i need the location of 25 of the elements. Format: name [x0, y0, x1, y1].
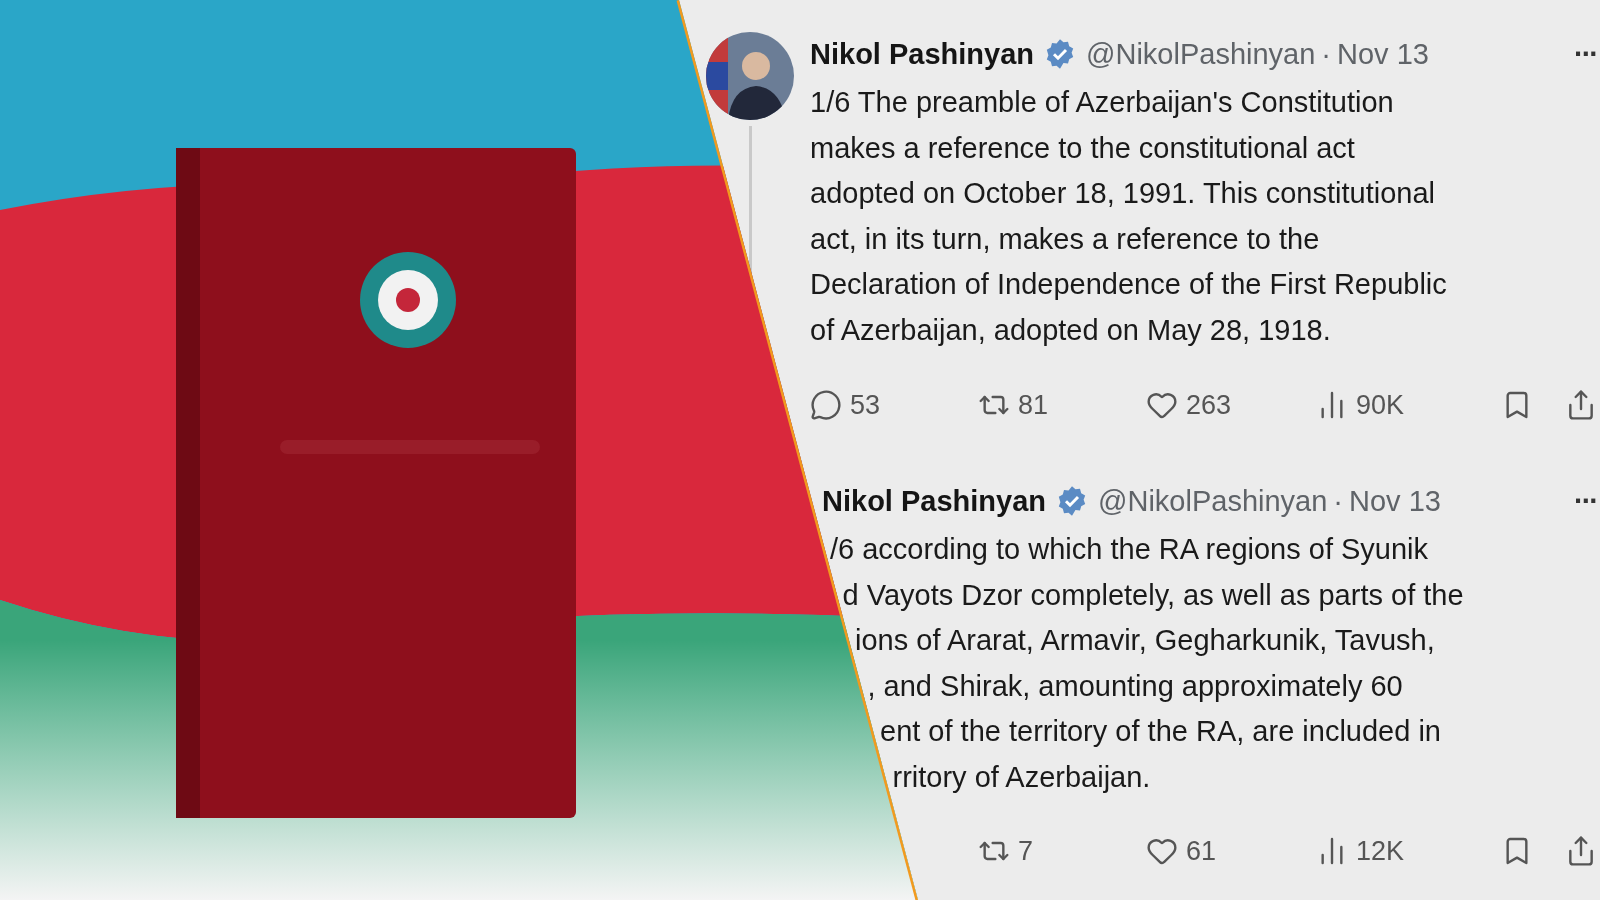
- post-text-line: , and Shirak, amounting approximately 60: [866, 668, 1404, 704]
- post-date[interactable]: Nov 13: [1337, 37, 1429, 71]
- author-handle[interactable]: @NikolPashinyan: [1086, 37, 1316, 71]
- more-button[interactable]: ···: [1574, 484, 1597, 518]
- action-count: 81: [1018, 389, 1049, 421]
- action-count: 90K: [1356, 389, 1405, 421]
- action-count: 263: [1186, 389, 1232, 421]
- post-text-line: ions of Ararat, Armavir, Gegharkunik, Tavush,: [854, 623, 1436, 658]
- action-count: 7: [1018, 835, 1034, 867]
- author-name[interactable]: Nikol Pashinyan: [822, 484, 1046, 518]
- post-text-line: /6 according to which the RA regions of Syunik: [829, 532, 1430, 567]
- speech-bubble-icon[interactable]: [810, 389, 842, 421]
- post-text-line: rritory of Azerbaijan.: [891, 759, 1152, 795]
- post-text-line: d Vayots Dzor completely, as well as parts of the: [841, 577, 1465, 613]
- action-count: 61: [1186, 835, 1217, 867]
- author-name[interactable]: Nikol Pashinyan: [810, 37, 1034, 71]
- action-count: 12K: [1356, 835, 1405, 867]
- more-button[interactable]: ···: [1574, 37, 1597, 71]
- author-handle[interactable]: @NikolPashinyan: [1098, 484, 1328, 518]
- separator: ·: [1321, 37, 1331, 71]
- post-text-line: ent of the territory of the RA, are included in: [879, 714, 1442, 749]
- action-count: 53: [850, 389, 881, 421]
- post-text: 1/6 The preamble of Azerbaijan's Constitution makes a reference to the constitutional act adopted on October 18, 1991. This constitutional act, in its turn, makes a reference to the Declaration of Independence of the First Republic of Azerbaijan, adopted on May 28, 1918.: [810, 85, 1448, 348]
- separator: ·: [1333, 484, 1343, 518]
- post-date[interactable]: Nov 13: [1349, 484, 1441, 518]
